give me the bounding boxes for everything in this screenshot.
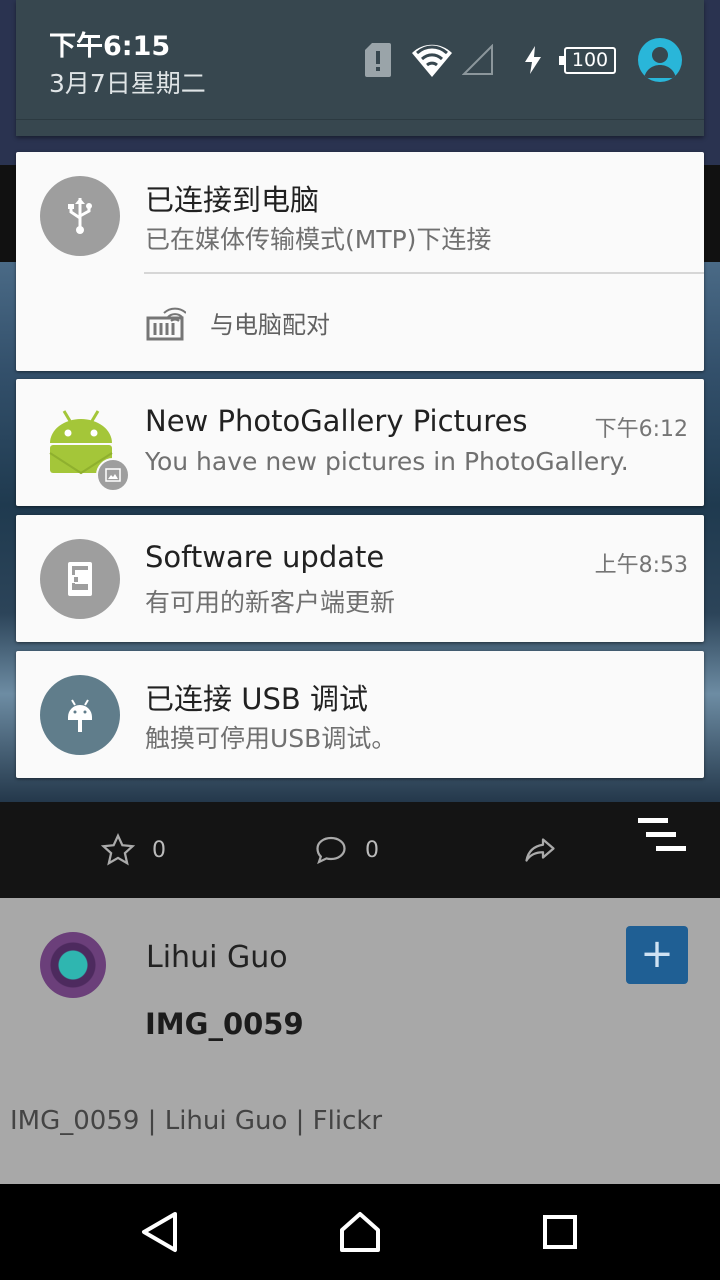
comments-count: 0 [365,837,379,863]
star-icon [100,833,136,866]
image-badge [96,458,130,492]
notification-text: 已在媒体传输模式(MTP)下连接 [145,225,492,254]
recents-icon [543,1215,577,1249]
back-button[interactable] [130,1202,190,1262]
author-name[interactable]: Lihui Guo [146,940,288,975]
notification-usb-debugging[interactable]: 已连接 USB 调试 触摸可停用USB调试。 [16,651,704,778]
notification-text: 有可用的新客户端更新 [145,588,396,617]
notification-time: 下午6:12 [594,417,688,442]
pair-action-label: 与电脑配对 [210,310,330,339]
usb-icon-badge [40,176,120,256]
usb-icon [68,198,92,234]
charging-icon [525,46,541,74]
notification-shade-header: 下午6:15 3月7日星期二 100 [16,0,704,136]
comment-stat[interactable]: 0 [313,832,379,868]
notification-time: 上午8:53 [594,553,688,578]
image-icon [105,468,121,482]
avatar[interactable] [40,932,106,998]
notification-title: Software update [145,540,385,574]
android-debug-icon [68,699,92,732]
date: 3月7日星期二 [49,69,206,98]
notification-title: New PhotoGallery Pictures [145,404,528,438]
photo-info-panel [0,898,720,1184]
share-icon [525,838,555,862]
favorites-count: 0 [152,837,166,863]
debug-icon-badge [40,675,120,755]
comment-icon [316,836,346,865]
notification-usb-connected[interactable]: 已连接到电脑 已在媒体传输模式(MTP)下连接 与电脑配对 [16,152,704,371]
notification-title: 已连接到电脑 [145,183,320,217]
sim-alert-icon [365,43,391,77]
notification-software-update[interactable]: Software update 上午8:53 有可用的新客户端更新 [16,515,704,642]
pair-device-icon [146,307,186,341]
person-icon [644,47,676,78]
photo-title: IMG_0059 [145,1007,304,1041]
favorite-stat[interactable]: 0 [100,832,166,868]
recents-button[interactable] [530,1202,590,1262]
home-icon [340,1212,380,1252]
cell-signal-icon [462,44,493,75]
home-button[interactable] [330,1202,390,1262]
notification-photogallery[interactable]: New PhotoGallery Pictures 下午6:12 You hav… [16,379,704,506]
battery-indicator: 100 [559,47,616,74]
follow-button[interactable]: + [626,926,688,984]
notification-text: You have new pictures in PhotoGallery. [145,447,629,476]
menu-icon[interactable] [638,818,688,854]
page-caption: IMG_0059 | Lihui Guo | Flickr [10,1106,383,1136]
quick-status-row: 下午6:15 3月7日星期二 100 [16,0,704,120]
phone-update-icon [68,562,92,596]
user-profile-icon[interactable] [638,38,682,82]
divider [144,272,704,274]
back-icon [142,1212,177,1252]
navigation-bar [0,1184,720,1280]
notification-text: 触摸可停用USB调试。 [145,724,397,753]
pair-with-computer-action[interactable]: 与电脑配对 [144,292,330,352]
notification-title: 已连接 USB 调试 [145,682,368,716]
clock: 下午6:15 [49,31,171,62]
software-update-icon-badge [40,539,120,619]
wifi-icon [412,44,452,77]
share-button[interactable] [520,832,560,868]
